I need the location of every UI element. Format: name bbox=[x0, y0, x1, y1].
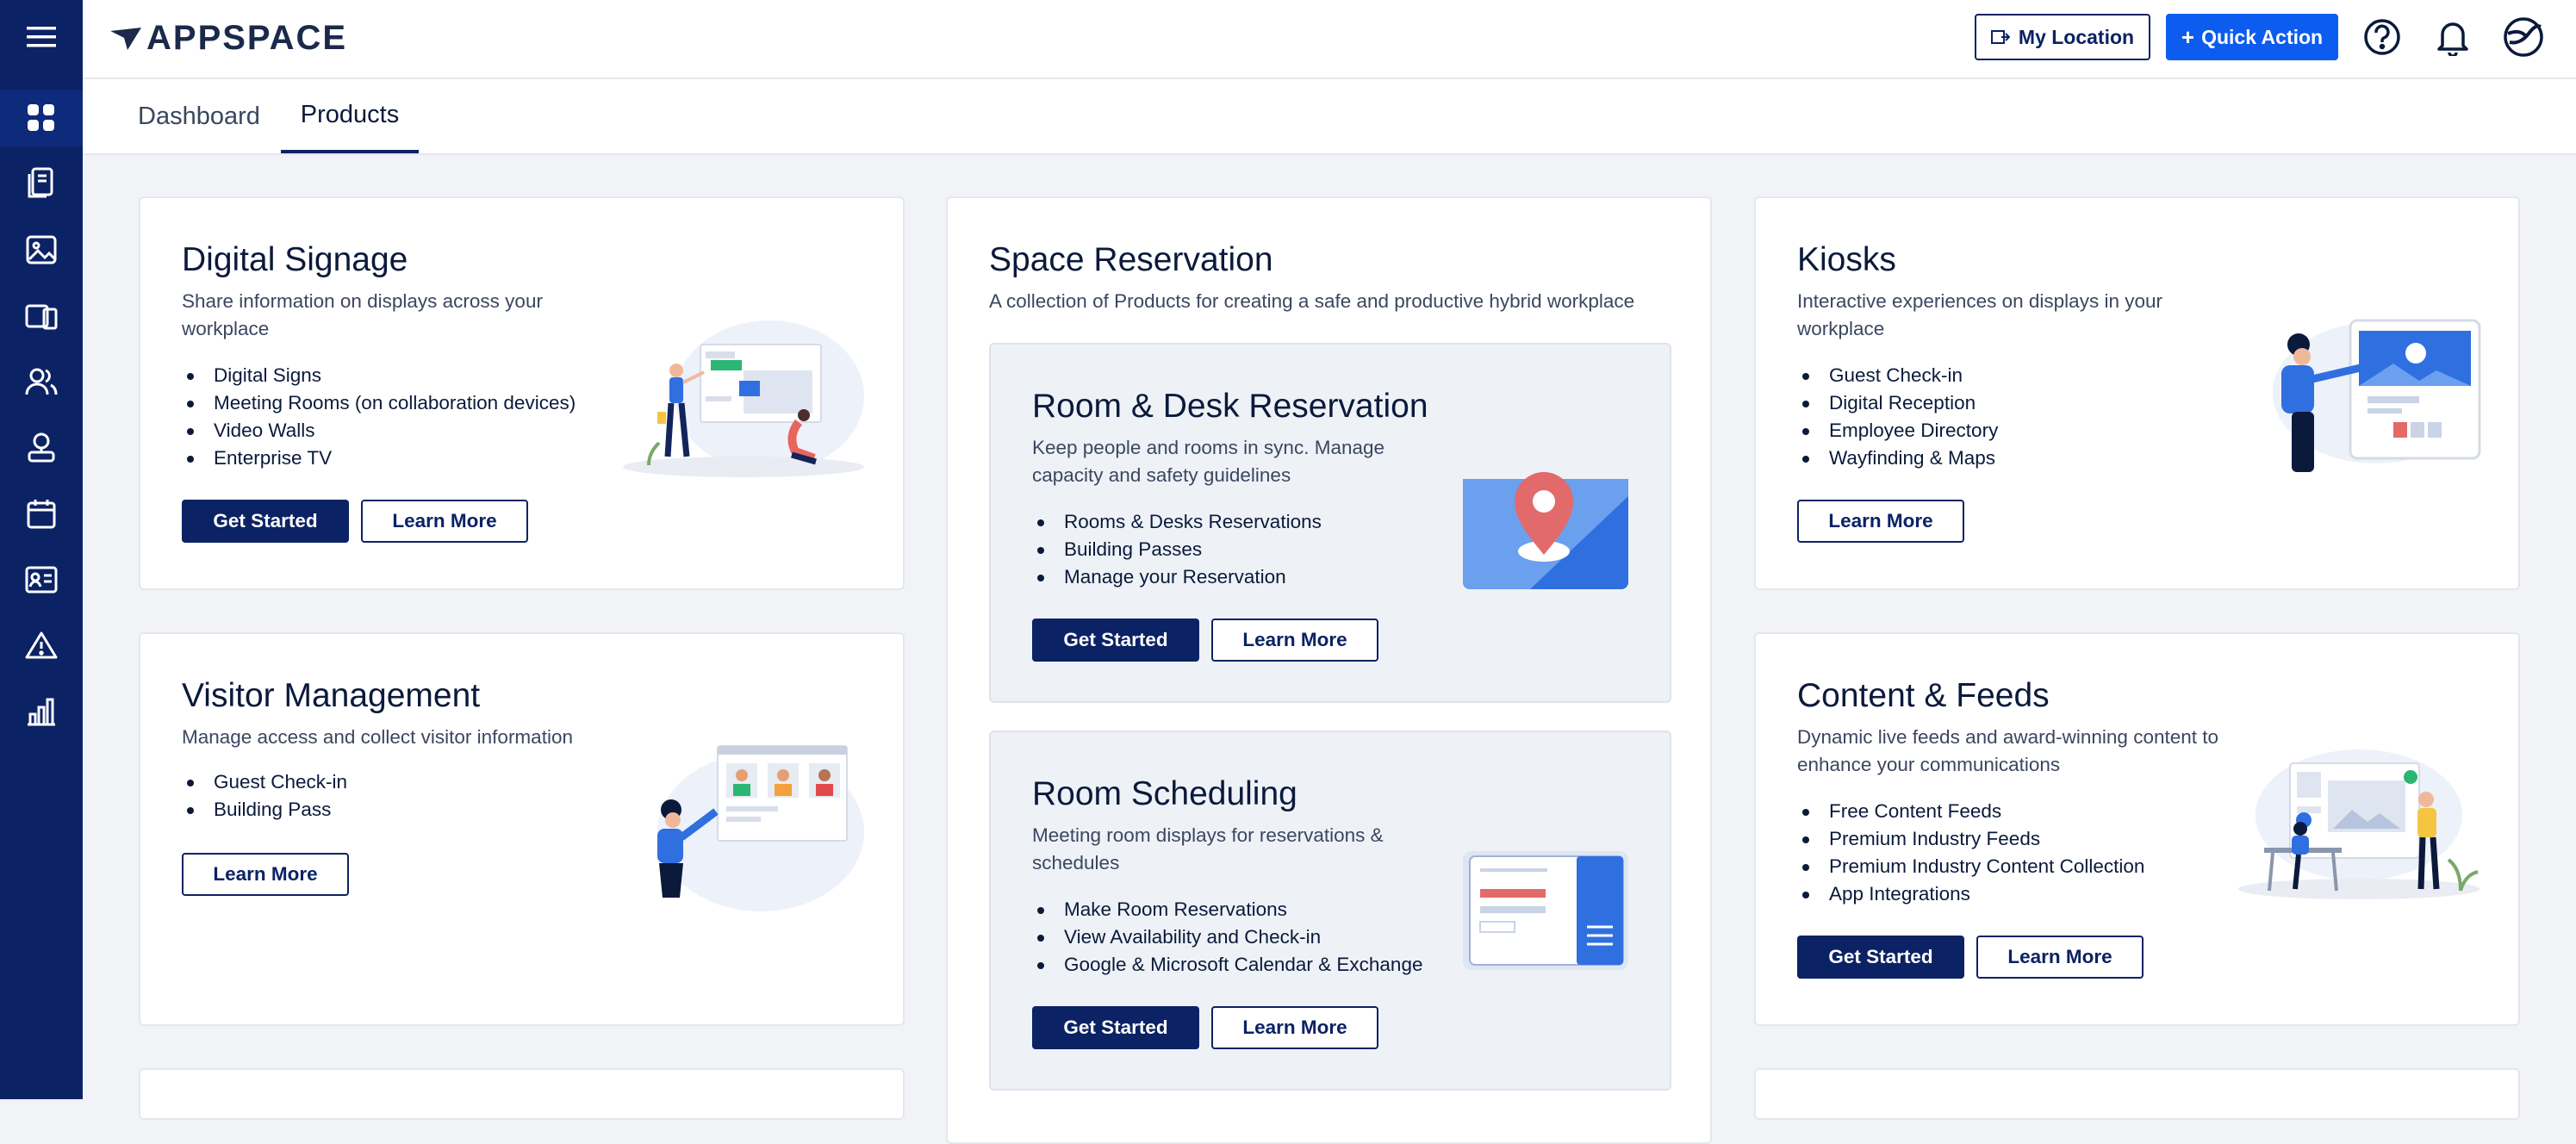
learn-more-button[interactable]: Learn More bbox=[182, 853, 349, 896]
sub-product-room-desk-reservation: Room & Desk Reservation Keep people and … bbox=[989, 343, 1671, 703]
feature-list: Guest Check-in Digital Reception Employe… bbox=[1797, 362, 1998, 472]
analytics-chart-icon[interactable] bbox=[0, 683, 83, 740]
tab-bar: Dashboard Products bbox=[83, 79, 2576, 155]
learn-more-button[interactable]: Learn More bbox=[361, 500, 528, 543]
card-description: Manage access and collect visitor inform… bbox=[182, 726, 573, 748]
plus-icon: + bbox=[2181, 23, 2195, 50]
content-feeds-illustration bbox=[2238, 749, 2480, 899]
kiosk-illustration bbox=[2273, 319, 2481, 472]
sub-product-description: Keep people and rooms in sync. Manage ca… bbox=[1032, 437, 1385, 486]
learn-more-button[interactable]: Learn More bbox=[1976, 936, 2144, 979]
alert-triangle-icon[interactable] bbox=[0, 617, 83, 674]
card-title: Kiosks bbox=[1797, 241, 1896, 278]
list-item: Meeting Rooms (on collaboration devices) bbox=[182, 389, 576, 417]
list-item: Google & Microsoft Calendar & Exchange bbox=[1032, 951, 1422, 979]
location-icon bbox=[1990, 30, 2010, 44]
list-item: Manage your Reservation bbox=[1032, 563, 1322, 591]
list-item: Video Walls bbox=[182, 417, 576, 445]
list-item: Enterprise TV bbox=[182, 445, 576, 472]
id-card-icon[interactable] bbox=[0, 551, 83, 608]
learn-more-button[interactable]: Learn More bbox=[1211, 619, 1378, 662]
image-library-icon[interactable] bbox=[0, 221, 83, 278]
card-description: Interactive experiences on displays in y… bbox=[1797, 290, 2162, 339]
list-item: Guest Check-in bbox=[1797, 362, 1998, 389]
tab-products[interactable]: Products bbox=[281, 79, 419, 153]
list-item: Wayfinding & Maps bbox=[1797, 445, 1998, 472]
help-icon[interactable] bbox=[2361, 16, 2404, 59]
calendar-icon[interactable] bbox=[0, 485, 83, 542]
list-item: Rooms & Desks Reservations bbox=[1032, 508, 1322, 536]
logo-text: APPSPACE bbox=[146, 19, 348, 57]
logo-mark-icon bbox=[110, 27, 141, 50]
list-item: Make Room Reservations bbox=[1032, 896, 1422, 923]
sub-product-title: Room & Desk Reservation bbox=[1032, 388, 1428, 425]
feature-list: Rooms & Desks Reservations Building Pass… bbox=[1032, 508, 1322, 591]
product-card-content-feeds: Content & Feeds Dynamic live feeds and a… bbox=[1754, 632, 2520, 1026]
menu-icon[interactable] bbox=[0, 9, 83, 65]
list-item: Guest Check-in bbox=[182, 768, 347, 796]
list-item: Employee Directory bbox=[1797, 417, 1998, 445]
quick-action-label: Quick Action bbox=[2201, 25, 2324, 48]
quick-action-button[interactable]: + Quick Action bbox=[2166, 14, 2338, 60]
my-location-button[interactable]: My Location bbox=[1975, 14, 2150, 60]
sub-product-description: Meeting room displays for reservations &… bbox=[1032, 824, 1384, 874]
feature-list: Make Room Reservations View Availability… bbox=[1032, 896, 1422, 979]
get-started-button[interactable]: Get Started bbox=[1797, 936, 1964, 979]
notifications-bell-icon[interactable] bbox=[2431, 16, 2474, 59]
card-title: Visitor Management bbox=[182, 677, 481, 714]
product-card-digital-signage: Digital Signage Share information on dis… bbox=[139, 196, 905, 590]
learn-more-button[interactable]: Learn More bbox=[1211, 1006, 1378, 1049]
visitor-badge-icon[interactable] bbox=[0, 419, 83, 476]
card-title: Space Reservation bbox=[989, 241, 1273, 278]
devices-icon[interactable] bbox=[0, 155, 83, 212]
dashboard-grid-icon[interactable] bbox=[0, 90, 83, 146]
card-title: Content & Feeds bbox=[1797, 677, 2050, 714]
list-item: Digital Signs bbox=[182, 362, 576, 389]
digital-signage-illustration bbox=[623, 320, 864, 477]
user-avatar-icon[interactable] bbox=[2502, 16, 2545, 59]
my-location-label: My Location bbox=[2018, 25, 2135, 48]
list-item: Digital Reception bbox=[1797, 389, 1998, 417]
card-description: Dynamic live feeds and award-winning con… bbox=[1797, 726, 2219, 775]
channels-icon[interactable] bbox=[0, 288, 83, 345]
product-card-visitor-management: Visitor Management Manage access and col… bbox=[139, 632, 905, 1026]
users-icon[interactable] bbox=[0, 353, 83, 410]
visitor-management-illustration bbox=[657, 745, 864, 911]
list-item: Premium Industry Content Collection bbox=[1797, 853, 2144, 880]
map-pin-illustration bbox=[1463, 472, 1628, 589]
feature-list: Guest Check-in Building Pass bbox=[182, 768, 347, 824]
list-item: Building Passes bbox=[1032, 536, 1322, 563]
list-item: Premium Industry Feeds bbox=[1797, 825, 2144, 853]
learn-more-button[interactable]: Learn More bbox=[1797, 500, 1964, 543]
get-started-button[interactable]: Get Started bbox=[1032, 619, 1199, 662]
sub-product-title: Room Scheduling bbox=[1032, 775, 1297, 812]
list-item: View Availability and Check-in bbox=[1032, 923, 1422, 951]
sub-product-room-scheduling: Room Scheduling Meeting room displays fo… bbox=[989, 731, 1671, 1091]
card-title: Digital Signage bbox=[182, 241, 408, 278]
list-item: App Integrations bbox=[1797, 880, 2144, 908]
list-item: Free Content Feeds bbox=[1797, 798, 2144, 825]
product-card-space-reservation: Space Reservation A collection of Produc… bbox=[946, 196, 1712, 1144]
sidebar bbox=[0, 0, 83, 1099]
appspace-logo[interactable]: APPSPACE bbox=[109, 19, 347, 58]
tab-dashboard[interactable]: Dashboard bbox=[138, 79, 260, 153]
get-started-button[interactable]: Get Started bbox=[1032, 1006, 1199, 1049]
product-card-kiosks: Kiosks Interactive experiences on displa… bbox=[1754, 196, 2520, 590]
feature-list: Digital Signs Meeting Rooms (on collabor… bbox=[182, 362, 576, 472]
get-started-button[interactable]: Get Started bbox=[182, 500, 349, 543]
schedule-display-illustration bbox=[1463, 851, 1628, 970]
product-card-partial bbox=[1754, 1068, 2520, 1120]
card-description: A collection of Products for creating a … bbox=[989, 290, 1635, 312]
product-card-partial bbox=[139, 1068, 905, 1120]
top-bar: APPSPACE My Location + Quick Action bbox=[83, 0, 2576, 79]
feature-list: Free Content Feeds Premium Industry Feed… bbox=[1797, 798, 2144, 908]
list-item: Building Pass bbox=[182, 796, 347, 824]
card-description: Share information on displays across you… bbox=[182, 290, 543, 339]
